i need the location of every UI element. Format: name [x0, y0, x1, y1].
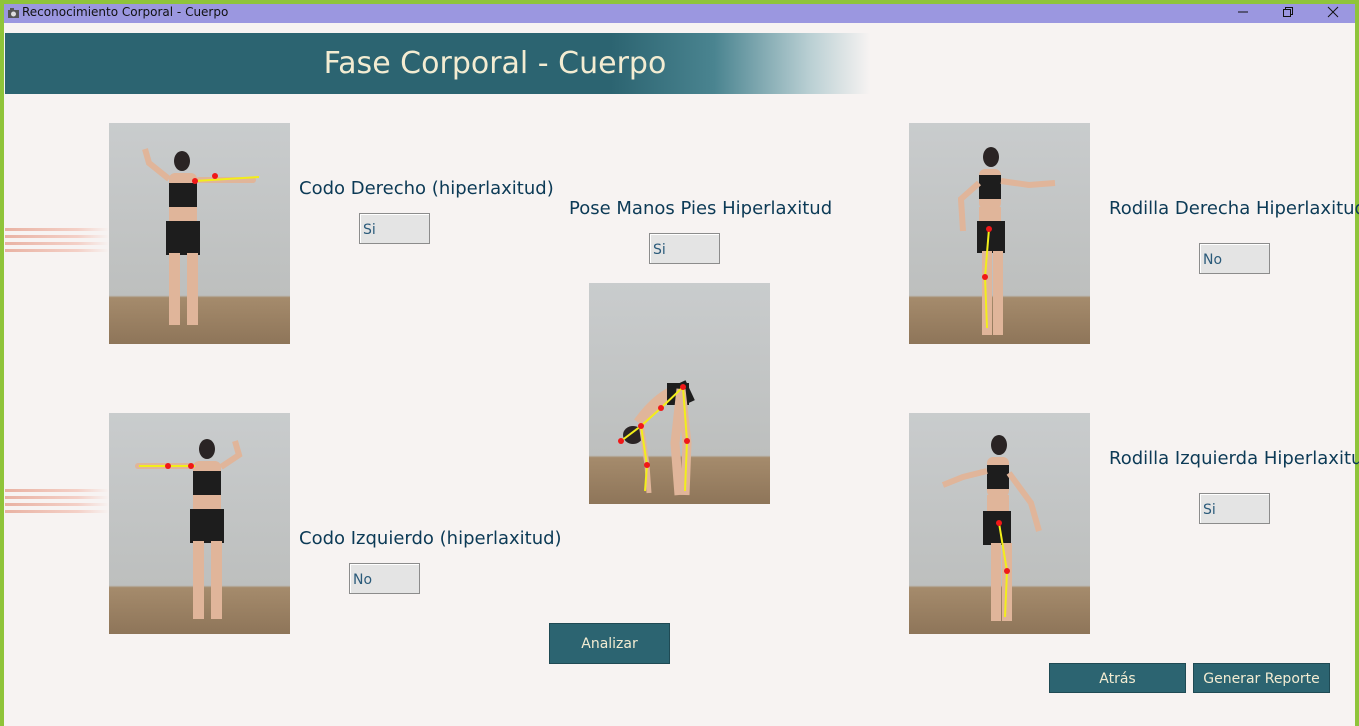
label-pose-manos-pies: Pose Manos Pies Hiperlaxitud: [569, 198, 833, 219]
decorative-stripes: [5, 489, 109, 520]
close-button[interactable]: [1315, 4, 1351, 20]
minimize-icon: [1238, 11, 1248, 13]
app-icon: [8, 8, 19, 18]
rodilla-derecha-result-field[interactable]: No: [1199, 243, 1270, 274]
codo-izquierdo-result-field[interactable]: No: [349, 563, 420, 594]
title-bar: Reconocimiento Corporal - Cuerpo: [4, 4, 1355, 23]
minimize-button[interactable]: [1225, 4, 1261, 20]
rodilla-izquierda-result-field[interactable]: Si: [1199, 493, 1270, 524]
label-codo-derecho: Codo Derecho (hiperlaxitud): [299, 178, 554, 199]
close-icon: [1327, 6, 1339, 18]
label-codo-izquierdo: Codo Izquierdo (hiperlaxitud): [299, 528, 562, 549]
photo-codo-izquierdo: [109, 413, 290, 634]
atras-button[interactable]: Atrás: [1049, 663, 1186, 693]
codo-derecho-result-field[interactable]: Si: [359, 213, 430, 244]
decorative-stripes: [5, 228, 109, 259]
photo-rodilla-derecha: [909, 123, 1090, 344]
label-rodilla-izquierda: Rodilla Izquierda Hiperlaxitud: [1109, 448, 1359, 469]
restore-icon: [1283, 7, 1293, 17]
app-window: Reconocimiento Corporal - Cuerpo Fase Co…: [4, 4, 1359, 726]
window-title: Reconocimiento Corporal - Cuerpo: [22, 5, 229, 19]
label-rodilla-derecha: Rodilla Derecha Hiperlaxitud: [1109, 198, 1359, 219]
analizar-button[interactable]: Analizar: [549, 623, 670, 664]
page-title: Fase Corporal - Cuerpo: [323, 46, 667, 81]
header-banner: Fase Corporal - Cuerpo: [5, 33, 870, 94]
photo-rodilla-izquierda: [909, 413, 1090, 634]
photo-codo-derecho: [109, 123, 290, 344]
photo-pose-manos-pies: [589, 283, 770, 504]
restore-button[interactable]: [1270, 4, 1306, 20]
generar-reporte-button[interactable]: Generar Reporte: [1193, 663, 1330, 693]
pose-manos-pies-result-field[interactable]: Si: [649, 233, 720, 264]
